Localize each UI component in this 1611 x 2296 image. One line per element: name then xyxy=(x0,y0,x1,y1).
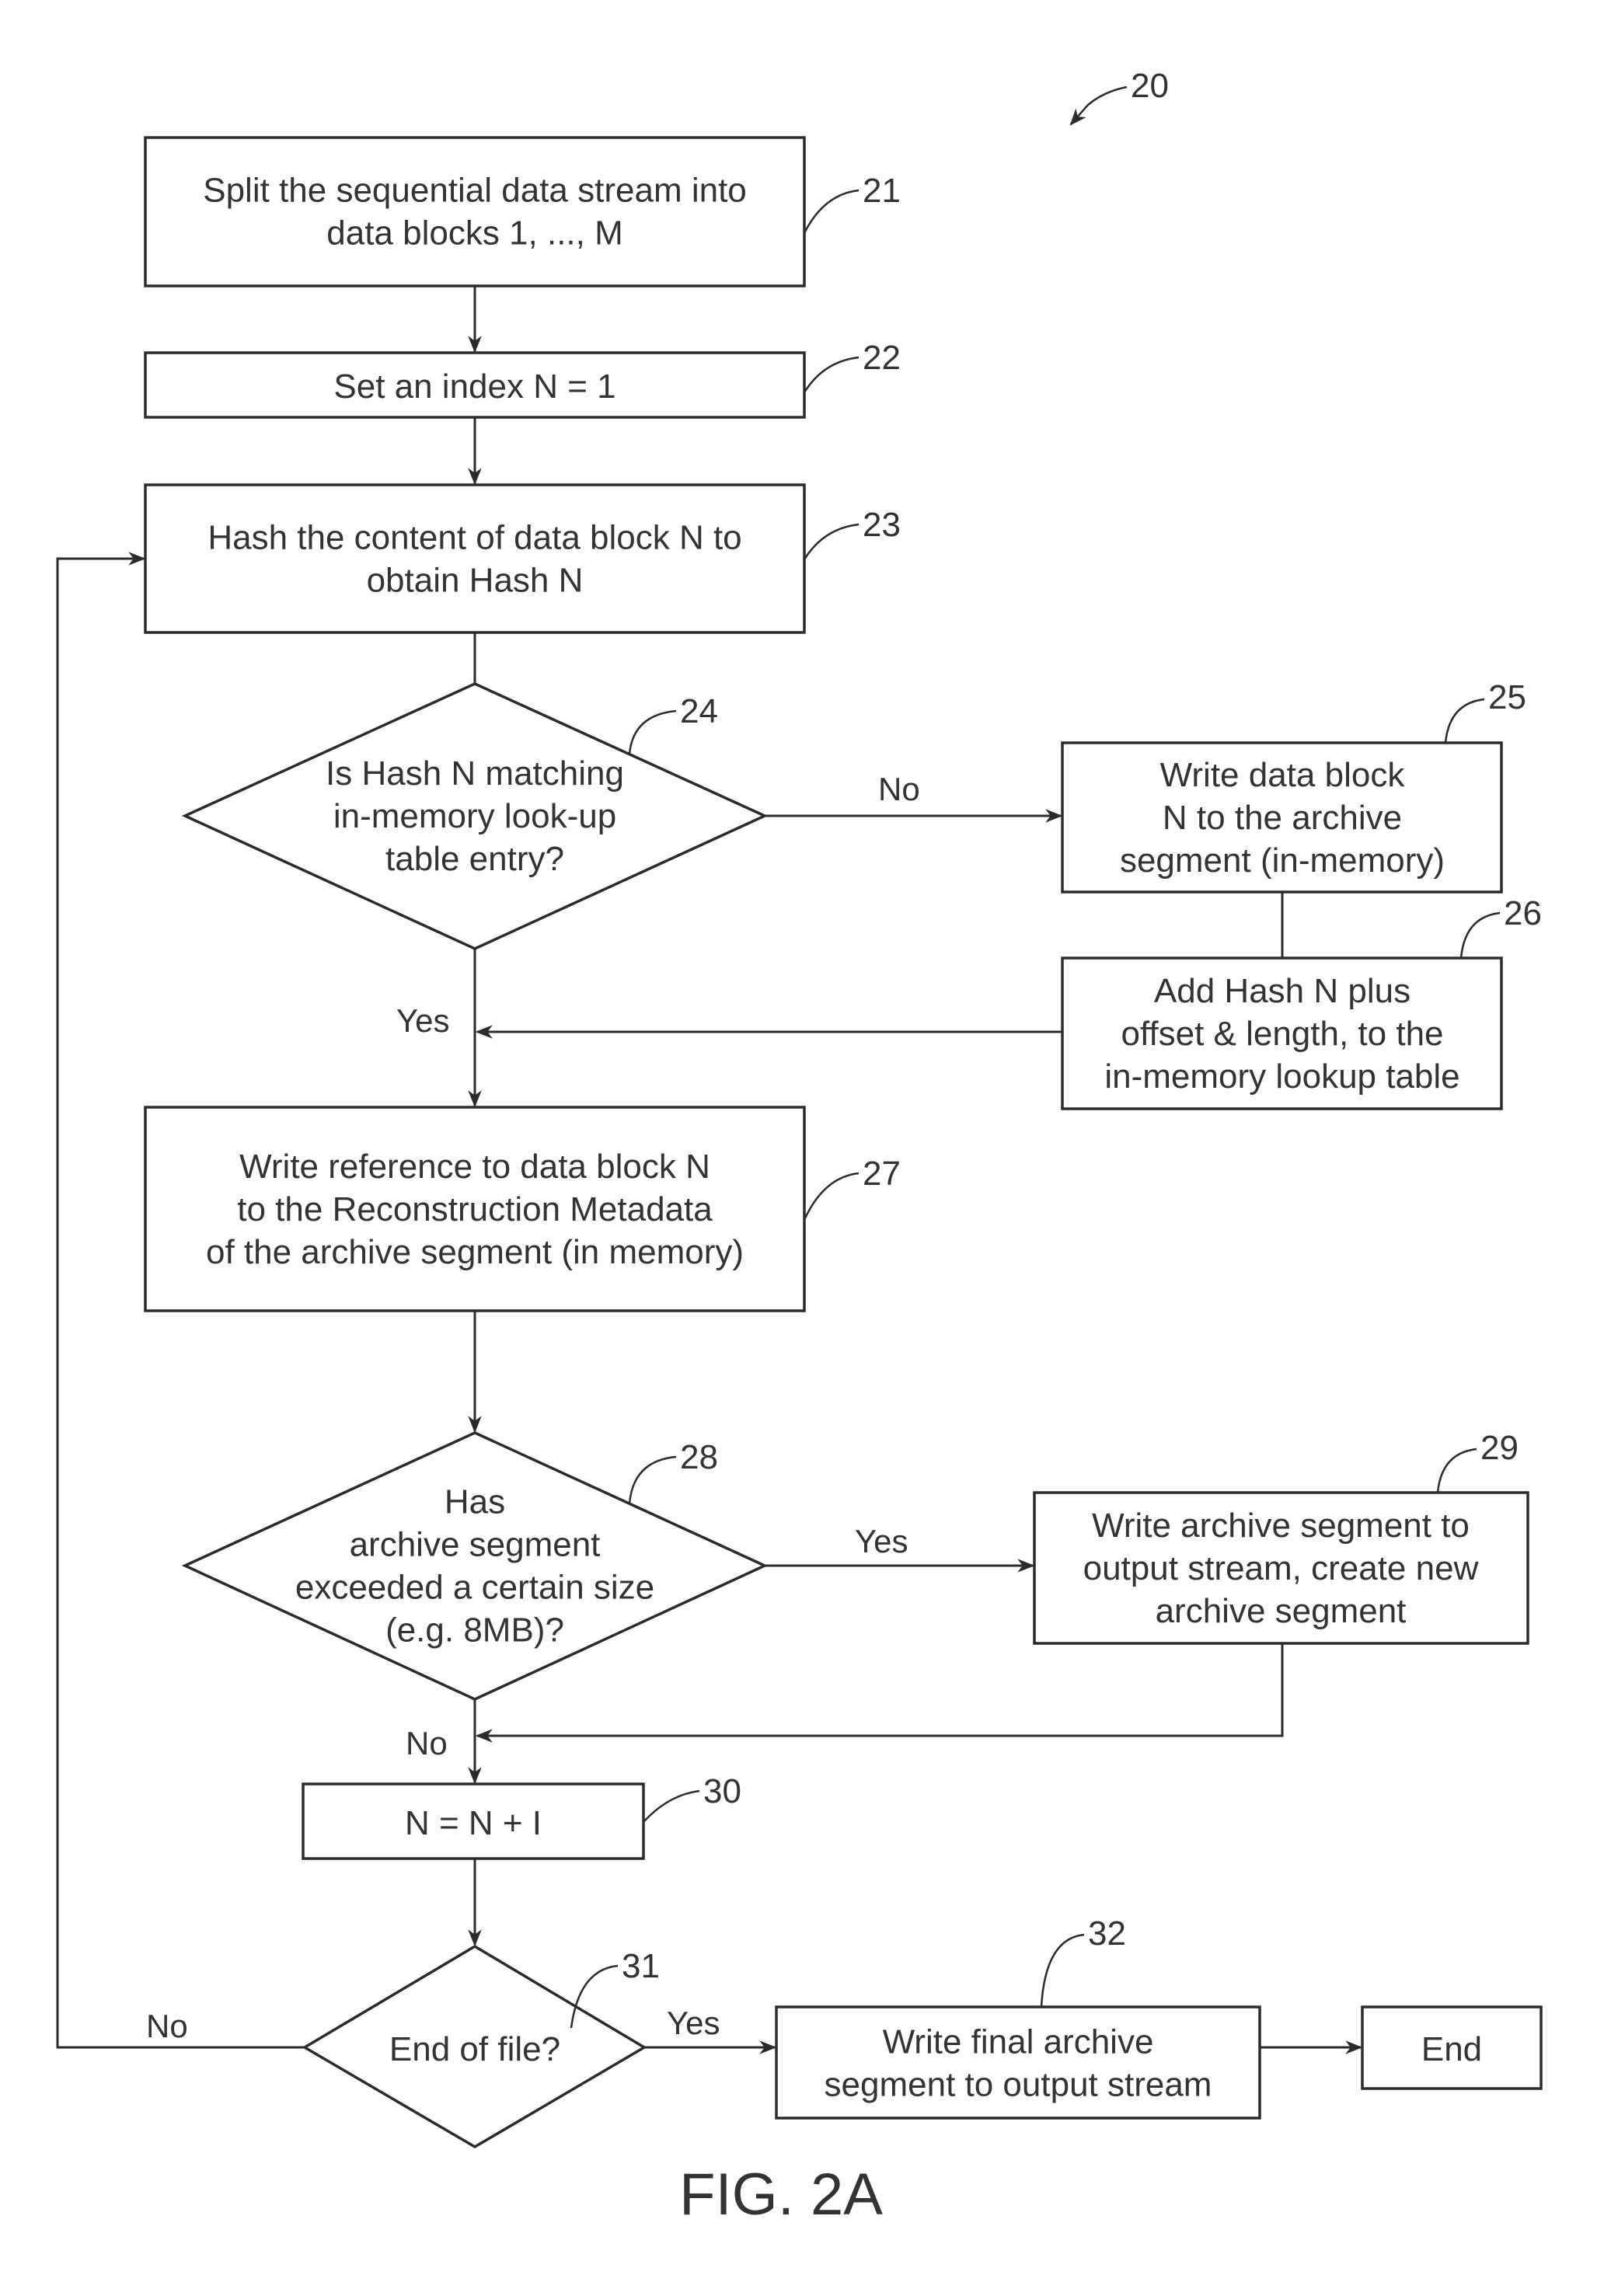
node-n26-line: offset & length, to the xyxy=(1121,1015,1443,1053)
node-n28-line: Has xyxy=(445,1483,505,1521)
node-n30-line: N = N + I xyxy=(405,1804,542,1842)
leader-27 xyxy=(803,1172,860,1221)
ref-30: 30 xyxy=(703,1772,741,1810)
node-n23-line: obtain Hash N xyxy=(367,562,584,600)
node-n24-line: Is Hash N matching xyxy=(326,754,624,793)
node-n30-label: N = N + I xyxy=(405,1804,542,1842)
node-n23-line: Hash the content of data block N to xyxy=(207,519,741,557)
leader-24 xyxy=(628,709,677,754)
shapes xyxy=(144,136,1543,2149)
reference-number: 20 xyxy=(1131,67,1169,105)
node-n25-line: N to the archive xyxy=(1163,799,1402,837)
label-24-no: No xyxy=(878,771,920,807)
figure-reference-20: 20 xyxy=(1069,67,1169,126)
leader-28 xyxy=(628,1455,677,1504)
ref-26: 26 xyxy=(1504,894,1542,932)
node-n27-line: Write reference to data block N xyxy=(239,1148,710,1186)
node-n27-line: to the Reconstruction Metadata xyxy=(237,1190,713,1228)
label-24-yes: Yes xyxy=(396,1002,450,1039)
ref-27: 27 xyxy=(863,1155,901,1193)
ref-23: 23 xyxy=(863,506,901,544)
node-n29-line: archive segment xyxy=(1156,1592,1407,1630)
label-31-yes: Yes xyxy=(667,2005,720,2041)
ref-22: 22 xyxy=(863,339,901,377)
figure-caption: FIG. 2A xyxy=(679,2162,883,2228)
node-n28-line: exceeded a certain size xyxy=(295,1569,654,1607)
leader-21 xyxy=(803,189,860,234)
leader-23 xyxy=(803,523,860,560)
ref-25: 25 xyxy=(1488,678,1526,716)
node-n22-line: Set an index N = 1 xyxy=(333,368,615,406)
node-n25-line: Write data block xyxy=(1160,756,1406,794)
node-n29-line: output stream, create new xyxy=(1083,1549,1479,1587)
leader-30 xyxy=(643,1789,700,1823)
node-n21-line: Split the sequential data stream into xyxy=(203,172,747,210)
node-n28-line: (e.g. 8MB)? xyxy=(385,1611,564,1650)
node-n26-line: in-memory lookup table xyxy=(1104,1057,1459,1096)
label-28-yes: Yes xyxy=(855,1523,908,1559)
leader-29 xyxy=(1436,1448,1477,1493)
node-21-box xyxy=(144,136,806,287)
node-n24-line: in-memory look-up xyxy=(333,797,616,835)
node-n25-label: Write data block N to the archive segment … xyxy=(1120,756,1445,880)
node-end-line: End xyxy=(1421,2030,1482,2068)
node-n31-line: End of file? xyxy=(389,2030,560,2068)
ref-28: 28 xyxy=(680,1438,718,1476)
label-28-no: No xyxy=(406,1725,448,1761)
ref-21: 21 xyxy=(863,172,901,210)
node-23-box xyxy=(144,483,806,634)
ref-29: 29 xyxy=(1480,1429,1519,1467)
leader-22 xyxy=(803,356,860,393)
flowchart: 20 21 22 23 24 25 26 27 28 29 30 31 32 N… xyxy=(56,67,1543,2228)
node-n22-label: Set an index N = 1 xyxy=(333,368,615,406)
node-n32-line: Write final archive xyxy=(883,2023,1154,2061)
node-n21-line: data blocks 1, ..., M xyxy=(326,214,623,253)
ref-24: 24 xyxy=(680,692,718,730)
ref-32: 32 xyxy=(1088,1914,1126,1953)
node-n27-line: of the archive segment (in memory) xyxy=(206,1233,744,1271)
node-n28-line: archive segment xyxy=(350,1526,601,1564)
edge-29-merge xyxy=(475,1643,1284,1743)
node-n24-line: table entry? xyxy=(385,840,564,878)
leader-32 xyxy=(1040,1933,1085,2008)
node-n25-line: segment (in-memory) xyxy=(1120,841,1445,880)
node-28-diamond xyxy=(181,1431,769,1701)
node-n29-line: Write archive segment to xyxy=(1092,1507,1470,1545)
label-31-no: No xyxy=(146,2008,188,2044)
node-n31-label: End of file? xyxy=(389,2030,560,2068)
leader-25 xyxy=(1444,698,1485,744)
node-n26-label: Add Hash N plus offset & length, to the in… xyxy=(1104,972,1459,1096)
reference-arrow-icon xyxy=(1069,85,1128,126)
node-n27-label: Write reference to data block N to the Re… xyxy=(206,1148,744,1271)
node-n32-line: segment to output stream xyxy=(825,2066,1212,2104)
leader-26 xyxy=(1459,911,1501,959)
node-n26-line: Add Hash N plus xyxy=(1154,972,1410,1010)
node-end-label: End xyxy=(1421,2030,1482,2068)
ref-31: 31 xyxy=(622,1947,660,1985)
